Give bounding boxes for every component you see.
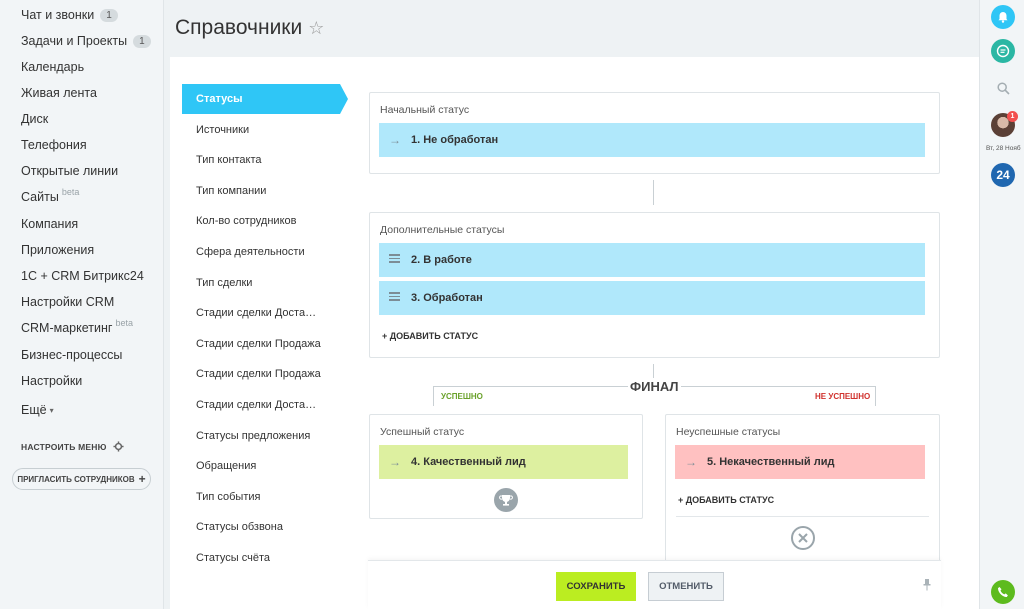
messenger-button[interactable] (991, 39, 1015, 63)
additional-status-panel: Дополнительные статусы 2. В работе 3. Об… (369, 212, 940, 358)
status-item[interactable]: → 1. Не обработан (379, 123, 925, 157)
beta-tag: beta (115, 318, 133, 328)
sidebar-item-chat[interactable]: Чат и звонки 1 (21, 6, 118, 24)
sidebar-item-feed[interactable]: Живая лента (21, 84, 97, 102)
sidebar-item-settings[interactable]: Настройки (21, 372, 82, 390)
panel-title: Начальный статус (380, 104, 470, 116)
invite-employees-button[interactable]: ПРИГЛАСИТЬ СОТРУДНИКОВ + (12, 468, 151, 490)
dict-item[interactable]: Статусы обзвона (196, 521, 321, 533)
action-footer: СОХРАНИТЬ ОТМЕНИТЬ (368, 560, 941, 609)
dict-item[interactable]: Статусы предложения (196, 430, 321, 442)
phone-icon (998, 587, 1008, 597)
counter-badge: 1 (100, 8, 118, 22)
main-area: Справочники ☆ Статусы Источники Тип конт… (164, 0, 979, 609)
dict-item[interactable]: Статусы счёта (196, 552, 321, 564)
tab-success[interactable]: УСПЕШНО (441, 392, 483, 401)
sidebar-item-crm-marketing[interactable]: CRM-маркетинг beta (21, 318, 133, 337)
sidebar-item-company[interactable]: Компания (21, 215, 78, 233)
dict-item[interactable]: Тип сделки (196, 277, 321, 289)
cancel-button[interactable]: ОТМЕНИТЬ (648, 572, 724, 601)
status-item[interactable]: 3. Обработан (379, 281, 925, 315)
drag-handle-icon[interactable] (389, 252, 411, 268)
dict-item[interactable]: Источники (196, 124, 321, 136)
sidebar-item-1c-crm[interactable]: 1С + CRM Битрикс24 (21, 267, 144, 285)
tab-border (433, 386, 434, 406)
status-item[interactable]: 2. В работе (379, 243, 925, 277)
tab-fail[interactable]: НЕ УСПЕШНО (815, 392, 870, 401)
sidebar-item-disk[interactable]: Диск (21, 110, 48, 128)
success-status-panel: Успешный статус → 4. Качественный лид (369, 414, 643, 519)
dict-item[interactable]: Сфера деятельности (196, 246, 321, 258)
dict-item[interactable]: Тип события (196, 491, 321, 503)
search-button[interactable] (991, 76, 1015, 100)
sidebar-item-crm-settings[interactable]: Настройки CRM (21, 293, 114, 311)
pin-icon[interactable] (923, 579, 931, 591)
dict-item[interactable]: Обращения (196, 460, 321, 472)
page-title: Справочники ☆ (175, 16, 325, 39)
counter-badge: 1 (133, 34, 151, 48)
fail-status-panel: Неуспешные статусы → 5. Некачественный л… (665, 414, 940, 564)
panel-title: Успешный статус (380, 426, 465, 438)
sidebar-item-sites[interactable]: Сайты beta (21, 187, 80, 206)
notifications-button[interactable] (991, 5, 1015, 29)
dict-item-statuses[interactable]: Статусы (182, 84, 348, 114)
panel-title: Дополнительные статусы (380, 224, 505, 236)
chat-icon (996, 44, 1010, 58)
search-icon (996, 81, 1010, 95)
dict-item[interactable]: Стадии сделки Доставка (196, 307, 321, 319)
bell-icon (998, 12, 1008, 23)
sidebar-item-bizproc[interactable]: Бизнес-процессы (21, 346, 122, 364)
dict-item[interactable]: Кол-во сотрудников (196, 215, 321, 227)
dict-item[interactable]: Стадии сделки Продажа (196, 338, 321, 350)
favorite-star-icon[interactable]: ☆ (308, 18, 324, 39)
dict-item[interactable]: Тип контакта (196, 154, 321, 166)
arrow-right-icon: → (389, 133, 401, 147)
right-bar: 1 Вт, 28 Нояб 24 (979, 0, 1024, 609)
dict-item[interactable]: Стадии сделки Доставка (196, 399, 321, 411)
caret-down-icon: ▾ (49, 405, 54, 415)
avatar-counter-badge: 1 (1007, 111, 1018, 122)
dict-item[interactable]: Тип компании (196, 185, 321, 197)
sidebar-item-apps[interactable]: Приложения (21, 241, 94, 259)
initial-status-panel: Начальный статус → 1. Не обработан (369, 92, 940, 174)
final-label: ФИНАЛ (628, 379, 681, 394)
drag-handle-icon[interactable] (389, 290, 411, 306)
connector-line (653, 364, 654, 378)
left-sidebar: Чат и звонки 1 Задачи и Проекты 1 Календар… (0, 0, 164, 609)
configure-menu-button[interactable]: НАСТРОИТЬ МЕНЮ (21, 441, 124, 452)
add-status-button[interactable]: + ДОБАВИТЬ СТАТУС (382, 331, 478, 341)
status-item[interactable]: → 5. Некачественный лид (675, 445, 925, 479)
date-label: Вт, 28 Нояб (986, 145, 1021, 152)
tab-border (875, 386, 876, 406)
save-button[interactable]: СОХРАНИТЬ (556, 572, 636, 601)
arrow-right-icon: → (685, 455, 697, 469)
connector-line (653, 180, 654, 205)
plus-icon: + (138, 472, 146, 486)
cross-circle-icon (791, 526, 815, 550)
sidebar-item-tasks[interactable]: Задачи и Проекты 1 (21, 32, 151, 50)
add-status-button[interactable]: + ДОБАВИТЬ СТАТУС (678, 495, 774, 505)
gear-icon (113, 441, 124, 452)
call-button[interactable] (991, 580, 1015, 604)
beta-tag: beta (61, 187, 80, 197)
trophy-icon (494, 488, 518, 512)
divider (676, 516, 929, 517)
sidebar-item-telephony[interactable]: Телефония (21, 136, 87, 154)
status-item[interactable]: → 4. Качественный лид (379, 445, 628, 479)
sidebar-item-open-lines[interactable]: Открытые линии (21, 162, 118, 180)
content-card: Статусы Источники Тип контакта Тип компа… (170, 57, 979, 609)
arrow-right-icon: → (389, 455, 401, 469)
bitrix24-logo[interactable]: 24 (991, 163, 1015, 187)
sidebar-item-calendar[interactable]: Календарь (21, 58, 84, 76)
panel-title: Неуспешные статусы (676, 426, 781, 438)
sidebar-item-more[interactable]: Ещё ▾ (21, 401, 54, 419)
dict-item[interactable]: Стадии сделки Продажа (196, 368, 321, 380)
